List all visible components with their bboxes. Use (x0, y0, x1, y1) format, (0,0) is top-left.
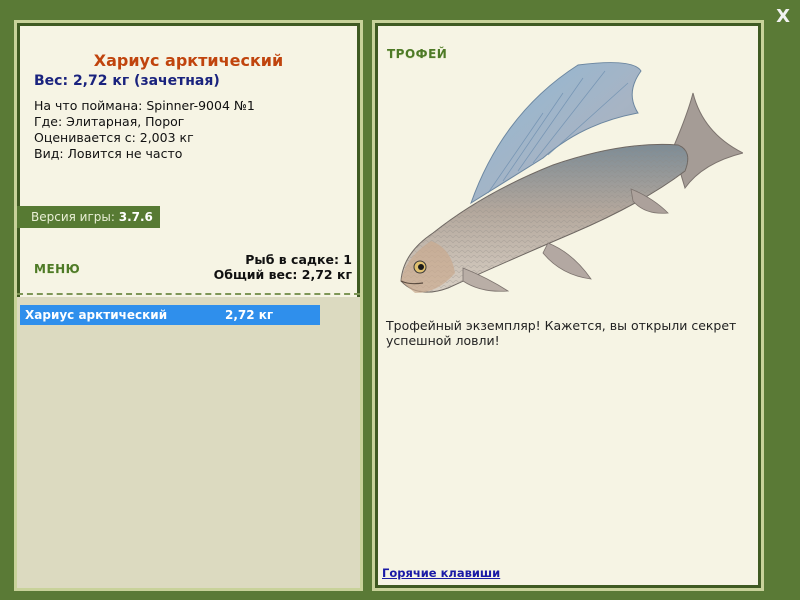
hotkeys-link[interactable]: Горячие клавиши (382, 566, 500, 580)
trophy-description: Трофейный экземпляр! Кажется, вы открыли… (386, 318, 737, 348)
keepnet-total-weight: Общий вес: 2,72 кг (213, 267, 352, 282)
arctic-grayling-fish-image (400, 62, 743, 293)
fish-title: Хариус арктический (93, 51, 284, 70)
location-line: Где: Элитарная, Порог (34, 114, 185, 129)
trophy-panel: ТРОФЕЙ Трофейный экземпляр! Кажется, вы … (372, 20, 764, 591)
menu-button[interactable]: МЕНЮ (34, 262, 80, 276)
catch-info-panel: Хариус арктический Вес: 2,72 кг (зачетна… (14, 20, 363, 591)
list-item[interactable]: Хариус арктический 2,72 кг (20, 305, 320, 325)
pelvic-fin (542, 242, 592, 280)
species-rarity-line: Вид: Ловится не часто (34, 146, 183, 161)
list-item-name: Хариус арктический (25, 308, 168, 322)
version-value: 3.7.6 (118, 210, 153, 224)
keepnet-count: Рыб в садке: 1 (245, 252, 352, 267)
version-badge: Версия игры: 3.7.6 (17, 206, 160, 228)
version-label: Версия игры: (31, 210, 115, 224)
catch-list: Хариус арктический 2,72 кг (17, 297, 360, 588)
list-item-weight: 2,72 кг (225, 308, 274, 322)
fish-weight: Вес: 2,72 кг (зачетная) (34, 73, 220, 89)
caught-with-line: На что поймана: Spinner-9004 №1 (34, 98, 255, 113)
dashed-divider (17, 293, 360, 295)
tail-fin (672, 92, 743, 190)
keepnet-stats: Рыб в садке: 1 Общий вес: 2,72 кг (214, 252, 352, 282)
rated-from-line: Оценивается с: 2,003 кг (34, 130, 194, 145)
close-button[interactable]: X (776, 6, 790, 27)
